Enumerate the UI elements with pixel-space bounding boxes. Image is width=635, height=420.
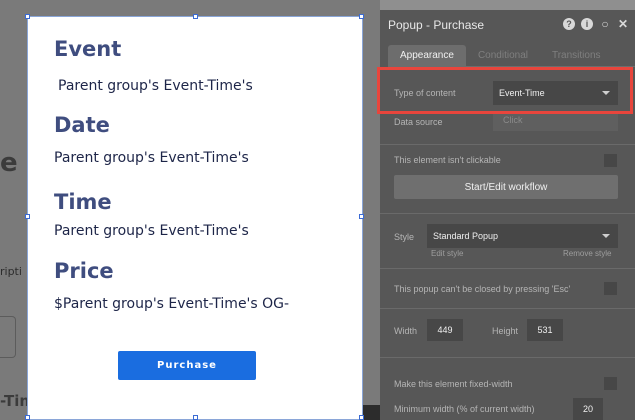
resize-handle-right[interactable] bbox=[359, 214, 364, 219]
style-label: Style bbox=[394, 232, 415, 242]
close-icon[interactable]: ✕ bbox=[617, 17, 629, 31]
bg-partial-box bbox=[0, 316, 16, 358]
esc-label: This popup can't be closed by pressing '… bbox=[394, 284, 571, 294]
not-clickable-checkbox[interactable] bbox=[604, 154, 617, 167]
remove-style-link[interactable]: Remove style bbox=[563, 249, 611, 258]
width-label: Width bbox=[394, 326, 418, 336]
resize-handle-bottom-left[interactable] bbox=[25, 415, 30, 420]
data-source-label: Data source bbox=[394, 117, 443, 127]
date-heading: Date bbox=[54, 113, 110, 137]
min-width-input[interactable]: 20 bbox=[573, 398, 603, 420]
resize-handle-bottom[interactable] bbox=[193, 415, 198, 420]
help-icon[interactable]: ? bbox=[563, 18, 575, 30]
fixed-width-checkbox[interactable] bbox=[604, 377, 617, 390]
price-heading: Price bbox=[54, 259, 114, 283]
time-value: Parent group's Event-Time's bbox=[54, 223, 249, 239]
resize-handle-bottom-right[interactable] bbox=[359, 415, 364, 420]
info-icon[interactable]: i bbox=[581, 18, 593, 30]
resize-handle-top-right[interactable] bbox=[359, 14, 364, 19]
bg-partial-text: ripti bbox=[0, 265, 22, 278]
section-divider bbox=[380, 268, 635, 269]
section-divider bbox=[380, 144, 635, 145]
resize-handle-left[interactable] bbox=[25, 214, 30, 219]
section-divider bbox=[380, 357, 635, 358]
purchase-button[interactable]: Purchase bbox=[118, 351, 256, 380]
section-divider bbox=[380, 308, 635, 309]
height-input[interactable]: 531 bbox=[527, 319, 563, 341]
chevron-down-icon bbox=[602, 234, 610, 238]
not-clickable-label: This element isn't clickable bbox=[394, 155, 501, 165]
tab-conditional[interactable]: Conditional bbox=[466, 45, 540, 67]
style-value: Standard Popup bbox=[433, 231, 499, 241]
resize-handle-top-left[interactable] bbox=[25, 14, 30, 19]
data-source-input[interactable]: Click bbox=[493, 111, 618, 131]
editor-tabs: Appearance Conditional Transitions bbox=[388, 45, 613, 67]
fixed-width-label: Make this element fixed-width bbox=[394, 379, 513, 389]
tab-transitions[interactable]: Transitions bbox=[540, 45, 613, 67]
tab-appearance[interactable]: Appearance bbox=[388, 45, 466, 67]
min-width-label: Minimum width (% of current width) bbox=[394, 404, 535, 414]
highlight-box bbox=[377, 67, 633, 114]
price-value: $Parent group's Event-Time's OG- bbox=[54, 296, 290, 312]
event-heading: Event bbox=[54, 37, 122, 61]
editor-icons: ? i ○ ✕ bbox=[563, 17, 629, 31]
height-label: Height bbox=[492, 326, 519, 336]
width-input[interactable]: 449 bbox=[427, 319, 463, 341]
section-divider bbox=[380, 213, 635, 214]
event-value: Parent group's Event-Time's bbox=[58, 78, 253, 94]
resize-handle-top[interactable] bbox=[193, 14, 198, 19]
comment-icon[interactable]: ○ bbox=[599, 17, 611, 31]
purchase-popup[interactable]: Event Parent group's Event-Time's Date P… bbox=[25, 14, 364, 420]
start-edit-workflow-button[interactable]: Start/Edit workflow bbox=[394, 175, 618, 199]
esc-checkbox[interactable] bbox=[604, 282, 617, 295]
edit-style-link[interactable]: Edit style bbox=[431, 249, 463, 258]
style-dropdown[interactable]: Standard Popup bbox=[427, 224, 618, 248]
time-heading: Time bbox=[54, 190, 112, 214]
date-value: Parent group's Event-Time's bbox=[54, 150, 249, 166]
